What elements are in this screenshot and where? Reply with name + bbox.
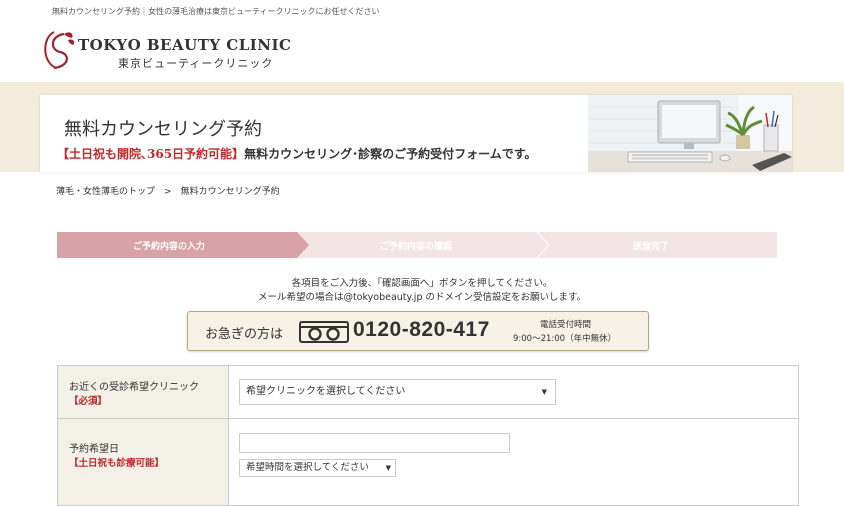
phone-lead-text: お急ぎの方は (205, 327, 284, 342)
instruction-line-1: 各項目をご入力後、「確認画面へ」ボタンを押してください。 (291, 278, 553, 289)
freedial-icon (299, 321, 349, 343)
date-input[interactable] (239, 433, 510, 453)
clinic-select[interactable]: 希望クリニックを選択してください ▼ (239, 379, 556, 405)
header-tagline: 無料カウンセリング予約｜女性の薄毛治療は東京ビューティークリニックにお任せくださ… (52, 7, 380, 16)
clinic-logo-mark-icon (44, 31, 75, 70)
form-label-cell: 予約希望日 【土日祝も診療可能】 (58, 419, 229, 505)
phone-hours: 9:00〜21:00（年中無休） (513, 334, 617, 344)
clinic-field-label: お近くの受診希望クリニック (69, 382, 199, 393)
weekend-note: 【土日祝も診療可能】 (69, 458, 165, 469)
clinic-logo[interactable]: Tokyo Beauty Clinic 東京ビューティークリニック (40, 28, 291, 70)
instruction-line-2: メール希望の場合は@tokyobeauty.jp のドメイン受信設定をお願いしま… (257, 292, 587, 303)
chevron-down-icon: ▼ (541, 388, 547, 396)
form-row-clinic: お近くの受診希望クリニック 【必須】 希望クリニックを選択してください ▼ (58, 366, 798, 419)
date-field-label: 予約希望日 (69, 444, 119, 455)
breadcrumb: 薄毛・女性薄毛のトップ > 無料カウンセリング予約 (56, 184, 280, 197)
step-complete: 送信完了 (633, 242, 670, 252)
time-select-value: 希望時間を選択してください (246, 462, 369, 473)
required-badge: 【必須】 (69, 396, 108, 407)
phone-hours-title: 電話受付時間 (540, 320, 592, 330)
logo-english-text: Tokyo Beauty Clinic (78, 36, 292, 54)
logo-japanese-text: 東京ビューティークリニック (118, 57, 274, 70)
breadcrumb-home-link[interactable]: 薄毛・女性薄毛のトップ (56, 187, 155, 197)
phone-banner[interactable]: お急ぎの方は 0120-820-417 電話受付時間 9:00〜21:00（年中… (187, 311, 649, 351)
reservation-form: お近くの受診希望クリニック 【必須】 希望クリニックを選択してください ▼ 予約… (57, 365, 799, 506)
breadcrumb-current: 無料カウンセリング予約 (180, 187, 280, 197)
step-input: ご予約内容の入力 (133, 242, 206, 252)
hero-subtitle-text: 無料カウンセリング･診察のご予約受付フォームです。 (244, 147, 537, 161)
hero-subtitle-highlight: 【土日祝も開院､365日予約可能】 (57, 147, 245, 161)
page-title: 無料カウンセリング予約 (64, 119, 262, 140)
time-select[interactable]: 希望時間を選択してください ▼ (239, 459, 396, 477)
phone-number[interactable]: 0120-820-417 (353, 318, 490, 342)
hero-subtitle: 【土日祝も開院､365日予約可能】無料カウンセリング･診察のご予約受付フォームで… (57, 145, 537, 162)
breadcrumb-separator: > (164, 187, 172, 197)
step-confirm: ご予約内容の確認 (380, 242, 453, 252)
clinic-select-value: 希望クリニックを選択してください (246, 386, 406, 397)
hero-card: 無料カウンセリング予約 【土日祝も開院､365日予約可能】無料カウンセリング･診… (40, 95, 792, 172)
form-row-date: 予約希望日 【土日祝も診療可能】 希望時間を選択してください ▼ (58, 419, 798, 506)
chevron-down-icon: ▼ (385, 464, 391, 472)
desk-computer-illustration-icon (588, 95, 792, 172)
form-label-cell: お近くの受診希望クリニック 【必須】 (58, 366, 229, 418)
progress-steps: ご予約内容の入力 ご予約内容の確認 送信完了 (57, 232, 777, 258)
